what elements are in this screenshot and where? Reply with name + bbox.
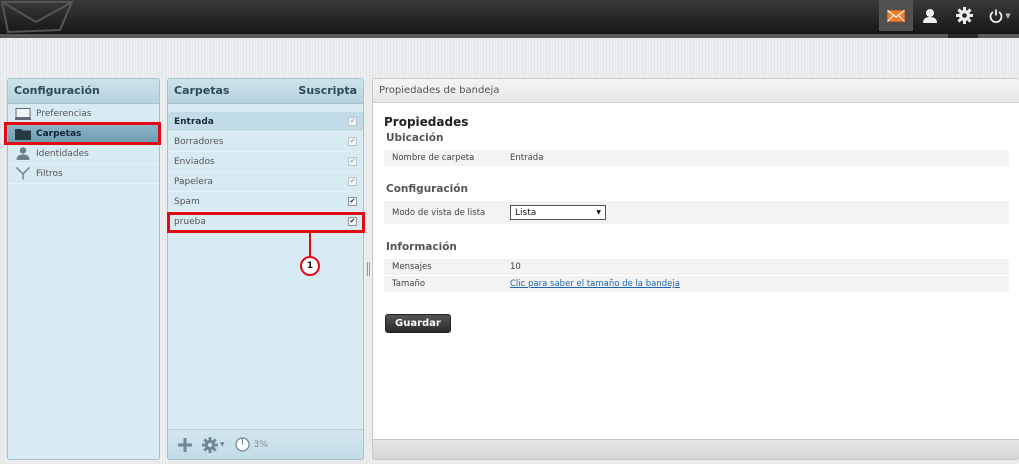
folder-name: Enviados <box>174 156 215 167</box>
settings-list: Preferencias Carpetas Identidades Filtro… <box>8 104 159 184</box>
folder-icon <box>14 127 32 141</box>
quota-text: 3% <box>253 439 268 450</box>
monitor-icon <box>14 107 32 121</box>
sidebar-item-identities[interactable]: Identidades <box>8 144 159 164</box>
quota-pie-icon <box>235 437 250 452</box>
list-view-selected: Lista <box>515 207 537 218</box>
list-view-label: Modo de vista de lista <box>392 207 486 218</box>
section-location: Ubicación <box>386 132 444 144</box>
subscribed-checkbox[interactable]: ✔ <box>348 197 357 206</box>
folders-panel: Carpetas Suscripta Entrada ✔ Borradores … <box>167 78 364 460</box>
properties-header: Propiedades de bandeja <box>373 79 1019 103</box>
subscribed-checkbox: ✔ <box>348 157 357 166</box>
subscribed-checkbox: ✔ <box>348 117 357 126</box>
sidebar-item-label: Identidades <box>36 148 89 159</box>
subscribed-checkbox[interactable]: ✔ <box>348 217 357 226</box>
folder-list: Entrada ✔ Borradores ✔ Enviados ✔ Papele… <box>168 112 363 232</box>
subscribed-checkbox: ✔ <box>348 177 357 186</box>
folder-name: Spam <box>174 196 200 207</box>
panel-splitter[interactable] <box>367 262 370 276</box>
properties-title: Propiedades <box>384 115 469 129</box>
subscribed-checkbox: ✔ <box>348 137 357 146</box>
chevron-down-icon: ▼ <box>596 209 601 216</box>
settings-header: Configuración <box>8 79 159 104</box>
folders-header: Carpetas Suscripta <box>168 79 363 104</box>
quota-indicator: 3% <box>235 437 268 452</box>
save-button[interactable]: Guardar <box>385 314 451 333</box>
folder-actions-button[interactable]: ▼ <box>202 436 225 453</box>
list-view-value-cell: Lista ▼ <box>510 205 1009 220</box>
sidebar-item-label: Filtros <box>36 168 63 179</box>
mail-button[interactable] <box>879 0 913 31</box>
top-sub-bar <box>0 34 1019 38</box>
properties-header-title: Propiedades de bandeja <box>379 85 500 96</box>
folders-title: Carpetas <box>174 84 230 97</box>
plus-icon <box>178 437 192 452</box>
size-label: Tamaño <box>392 279 426 289</box>
folder-row-borradores[interactable]: Borradores ✔ <box>168 132 363 152</box>
folder-name: Papelera <box>174 176 214 187</box>
folder-name: Entrada <box>174 116 214 127</box>
folder-name: Borradores <box>174 136 224 147</box>
folder-row-prueba[interactable]: prueba ✔ <box>168 212 363 232</box>
chevron-down-icon[interactable]: ▼ <box>1005 12 1010 20</box>
folders-footer: ▼ 3% <box>168 429 363 459</box>
gear-icon <box>955 7 973 24</box>
sidebar-item-label: Preferencias <box>36 108 92 119</box>
sidebar-item-filters[interactable]: Filtros <box>8 164 159 184</box>
messages-value: 10 <box>510 262 521 272</box>
folder-row-papelera[interactable]: Papelera ✔ <box>168 172 363 192</box>
list-view-select[interactable]: Lista ▼ <box>510 205 606 220</box>
subscribed-header: Suscripta <box>298 84 357 97</box>
add-folder-button[interactable] <box>178 437 192 452</box>
logo-icon <box>0 0 74 34</box>
sidebar-item-preferences[interactable]: Preferencias <box>8 104 159 124</box>
properties-content: Propiedades Ubicación Nombre de carpeta … <box>373 103 1019 333</box>
folder-row-enviados[interactable]: Enviados ✔ <box>168 152 363 172</box>
gear-icon <box>202 436 218 453</box>
user-icon <box>923 8 937 23</box>
folder-name-label: Nombre de carpeta <box>392 153 475 163</box>
sidebar-item-label: Carpetas <box>36 128 82 139</box>
callout-number: 1 <box>300 256 320 276</box>
folder-row-entrada[interactable]: Entrada ✔ <box>168 112 363 132</box>
properties-footer <box>373 439 1019 459</box>
folder-name: prueba <box>174 216 206 227</box>
settings-title: Configuración <box>14 84 100 97</box>
folder-row-spam[interactable]: Spam ✔ <box>168 192 363 212</box>
properties-panel: Propiedades de bandeja Propiedades Ubica… <box>372 78 1019 460</box>
messages-label: Mensajes <box>392 262 432 272</box>
folder-name-value: Entrada <box>510 153 544 163</box>
contacts-button[interactable] <box>913 0 947 31</box>
filter-icon <box>14 167 32 181</box>
settings-button[interactable] <box>947 0 981 31</box>
folder-size-link[interactable]: Clic para saber el tamaño de la bandeja <box>510 279 680 289</box>
prop-row-size: Tamaño Clic para saber el tamaño de la b… <box>384 276 1009 293</box>
top-bar: ▼ <box>0 0 1019 34</box>
chevron-down-icon: ▼ <box>220 441 225 448</box>
section-info: Información <box>386 241 457 253</box>
settings-sidebar: Configuración Preferencias Carpetas Iden… <box>7 78 160 460</box>
logout-button[interactable]: ▼ <box>981 0 1019 31</box>
identity-icon <box>14 147 32 161</box>
sidebar-item-folders[interactable]: Carpetas <box>8 124 159 144</box>
callout-line <box>309 232 311 256</box>
prop-row-messages: Mensajes 10 <box>384 259 1009 276</box>
power-icon <box>989 9 1003 23</box>
prop-row-list-view: Modo de vista de lista Lista ▼ <box>384 201 1009 225</box>
mail-icon <box>887 9 905 22</box>
prop-row-folder-name: Nombre de carpeta Entrada <box>384 150 1009 167</box>
section-config: Configuración <box>386 183 468 195</box>
